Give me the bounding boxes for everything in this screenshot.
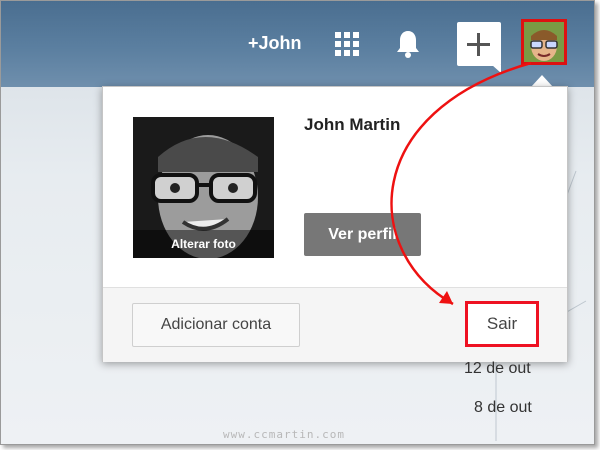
sign-out-button[interactable]: Sair <box>465 301 539 347</box>
account-name: John Martin <box>304 115 401 134</box>
account-menu-popup: Alterar foto John Martin Ver perfil Adic… <box>102 86 568 362</box>
popup-footer: Adicionar conta Sair <box>103 287 567 362</box>
profile-photo[interactable]: Alterar foto <box>133 117 274 258</box>
add-account-button[interactable]: Adicionar conta <box>132 303 300 347</box>
share-button[interactable] <box>457 22 501 73</box>
view-profile-button[interactable]: Ver perfil <box>304 213 421 256</box>
profile-link[interactable]: +John <box>248 33 302 54</box>
watermark: www.ccmartin.com <box>223 428 345 441</box>
bell-icon[interactable] <box>395 29 421 59</box>
change-photo-label[interactable]: Alterar foto <box>133 230 274 258</box>
avatar-icon <box>524 22 564 62</box>
apps-grid-icon[interactable] <box>335 32 359 56</box>
list-date: 8 de out <box>474 399 532 416</box>
screenshot-frame: +John Alterar foto John Martin Ver perfi… <box>0 0 595 445</box>
list-date: 12 de out <box>464 360 531 377</box>
top-bar: +John <box>1 1 594 87</box>
account-avatar-button[interactable] <box>521 19 567 65</box>
